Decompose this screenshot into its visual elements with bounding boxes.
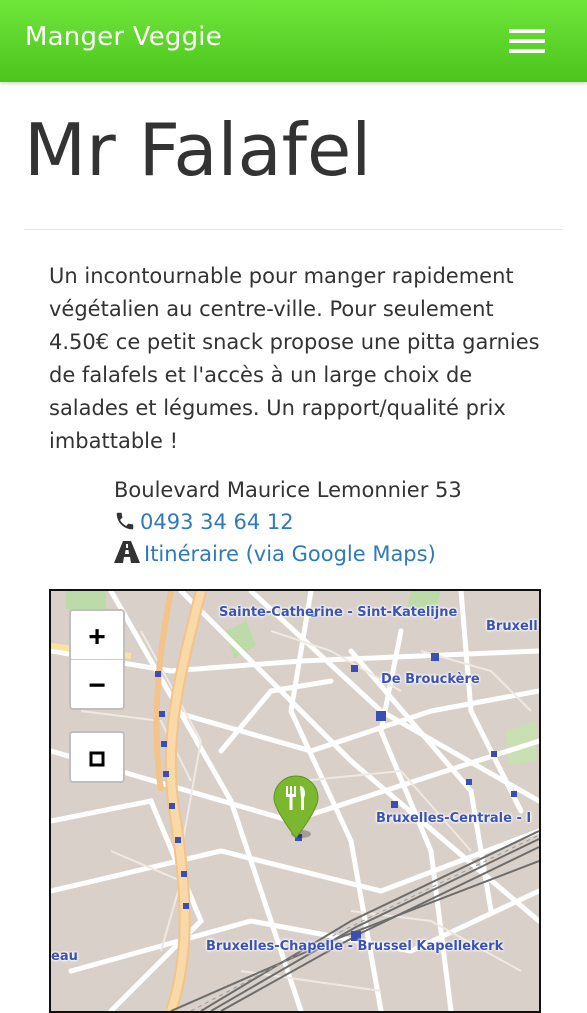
directions-row: Itinéraire (via Google Maps) bbox=[114, 540, 436, 571]
restaurant-marker-icon bbox=[273, 775, 319, 839]
restaurant-marker[interactable] bbox=[271, 774, 321, 840]
map-label-sainte-catherine: Sainte-Catherine - Sint-Katelijne bbox=[219, 605, 458, 620]
fullscreen-control bbox=[69, 731, 125, 783]
directions-link[interactable]: Itinéraire (via Google Maps) bbox=[144, 542, 436, 566]
restaurant-description: Un incontournable pour manger rapidement… bbox=[49, 264, 540, 453]
address: Boulevard Maurice Lemonnier 53 bbox=[114, 478, 462, 502]
zoom-controls: + − bbox=[69, 609, 125, 710]
fullscreen-button[interactable] bbox=[71, 733, 123, 781]
phone-row: 0493 34 64 12 bbox=[114, 508, 294, 539]
phone-icon bbox=[114, 510, 136, 539]
menu-toggle-button[interactable] bbox=[500, 20, 554, 60]
zoom-in-button[interactable]: + bbox=[71, 611, 123, 659]
road-icon bbox=[114, 540, 140, 571]
navbar: Manger Veggie bbox=[0, 0, 587, 82]
brand-link[interactable]: Manger Veggie bbox=[25, 22, 222, 52]
zoom-out-button[interactable]: − bbox=[71, 659, 123, 708]
map-label-bruxelles-chapelle: Bruxelles-Chapelle - Brussel Kapellekerk bbox=[206, 939, 504, 954]
map[interactable]: Sainte-Catherine - Sint-Katelijne Bruxel… bbox=[49, 589, 541, 1013]
map-label-bruxelles-centrale: Bruxelles-Centrale - I bbox=[376, 811, 532, 826]
divider bbox=[24, 229, 563, 230]
fullscreen-icon bbox=[89, 741, 105, 774]
page-title: Mr Falafel bbox=[24, 108, 372, 192]
map-label-de-brouckere: De Brouckère bbox=[381, 672, 480, 687]
map-label-bruxelles: Bruxell bbox=[486, 619, 538, 634]
map-label-left-edge: eau bbox=[51, 949, 78, 964]
phone-link[interactable]: 0493 34 64 12 bbox=[140, 510, 294, 534]
